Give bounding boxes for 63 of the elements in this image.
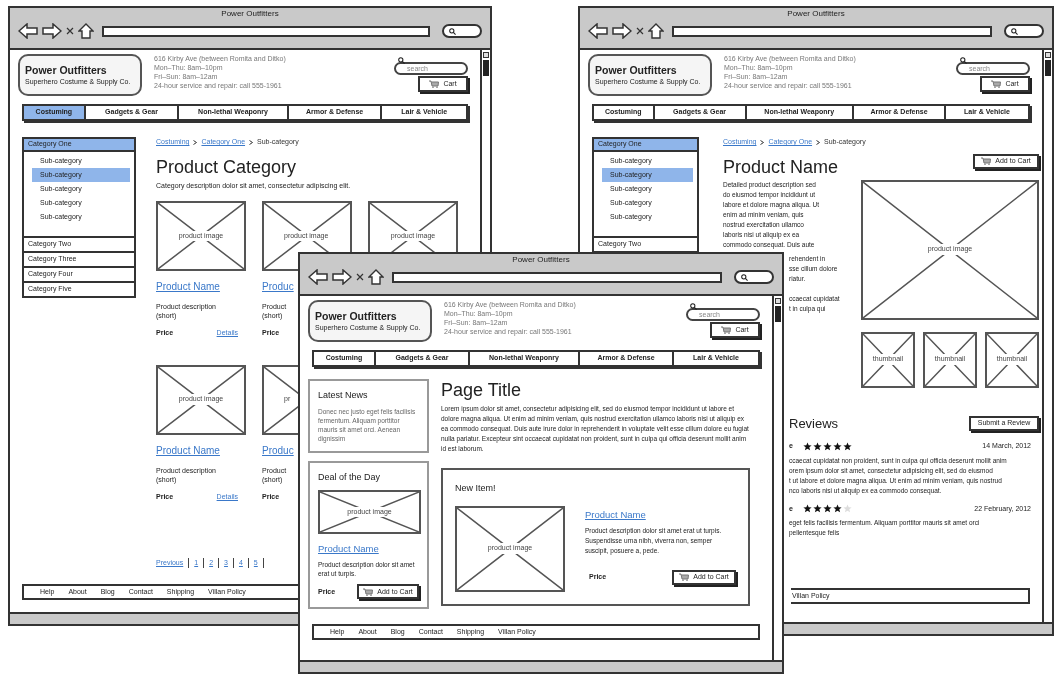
url-field[interactable]	[392, 271, 722, 283]
close-icon[interactable]	[66, 27, 74, 35]
product-name-link[interactable]: Product Name	[156, 279, 220, 294]
chevron-icon	[816, 139, 821, 145]
url-field[interactable]	[672, 25, 992, 37]
home-icon[interactable]	[648, 23, 664, 39]
cart-icon	[363, 587, 374, 596]
logo-title: Power Outfitters	[315, 310, 398, 322]
chevron-icon	[760, 139, 765, 145]
star-icon	[802, 441, 812, 451]
news-title: Latest News	[318, 389, 369, 402]
page-heading: Product Category	[156, 157, 298, 176]
chevron-icon	[193, 139, 198, 145]
star-icon	[842, 441, 852, 451]
search-icon	[1011, 27, 1018, 35]
star-icon	[832, 441, 842, 451]
browser-search-field[interactable]	[442, 24, 482, 38]
home-icon[interactable]	[368, 269, 384, 285]
search-icon	[398, 57, 405, 64]
forward-arrow-icon[interactable]	[332, 269, 352, 285]
cart-icon	[679, 573, 690, 582]
logo-title: Power Outfitters	[25, 64, 108, 76]
forward-arrow-icon[interactable]	[612, 23, 632, 39]
close-icon[interactable]	[636, 27, 644, 35]
star-icon	[822, 441, 832, 451]
window-title: Power Outfitters	[786, 8, 846, 20]
home-icon[interactable]	[78, 23, 94, 39]
product-name-link[interactable]: Product Name	[318, 542, 419, 557]
deal-title: Deal of the Day	[318, 470, 382, 484]
window-title: Power Outfitters	[511, 254, 571, 266]
cart-icon	[991, 80, 1002, 88]
cart-icon	[429, 80, 440, 88]
cart-icon	[981, 157, 992, 165]
logo-title: Power Outfitters	[595, 64, 678, 76]
close-icon[interactable]	[356, 273, 364, 281]
product-heading: Product Name	[723, 157, 839, 176]
search-icon	[960, 57, 967, 64]
star-icon	[812, 504, 822, 514]
star-icon	[802, 504, 812, 514]
new-item-title: New Item!	[455, 482, 497, 495]
cart-icon	[721, 326, 732, 334]
star-icon	[832, 504, 842, 514]
browser-search-field[interactable]	[734, 270, 774, 284]
product-name-link[interactable]: Produc	[262, 442, 294, 458]
back-arrow-icon[interactable]	[18, 23, 38, 39]
product-name-link[interactable]: Product Name	[156, 442, 220, 458]
back-arrow-icon[interactable]	[588, 23, 608, 39]
page-heading: Page Title	[441, 381, 523, 399]
chevron-icon	[249, 139, 254, 145]
product-name-link[interactable]: Produc	[262, 279, 294, 294]
star-icon	[822, 504, 832, 514]
search-icon	[741, 273, 748, 281]
star-icon	[812, 441, 822, 451]
reviews-heading: Reviews	[789, 414, 839, 433]
forward-arrow-icon[interactable]	[42, 23, 62, 39]
window-title: Power Outfitters	[220, 8, 280, 20]
browser-search-field[interactable]	[1004, 24, 1044, 38]
url-field[interactable]	[102, 25, 430, 37]
search-icon	[449, 27, 456, 35]
product-name-link[interactable]: Product Name	[585, 507, 736, 522]
back-arrow-icon[interactable]	[308, 269, 328, 285]
star-icon	[842, 504, 852, 514]
search-icon	[690, 303, 697, 310]
